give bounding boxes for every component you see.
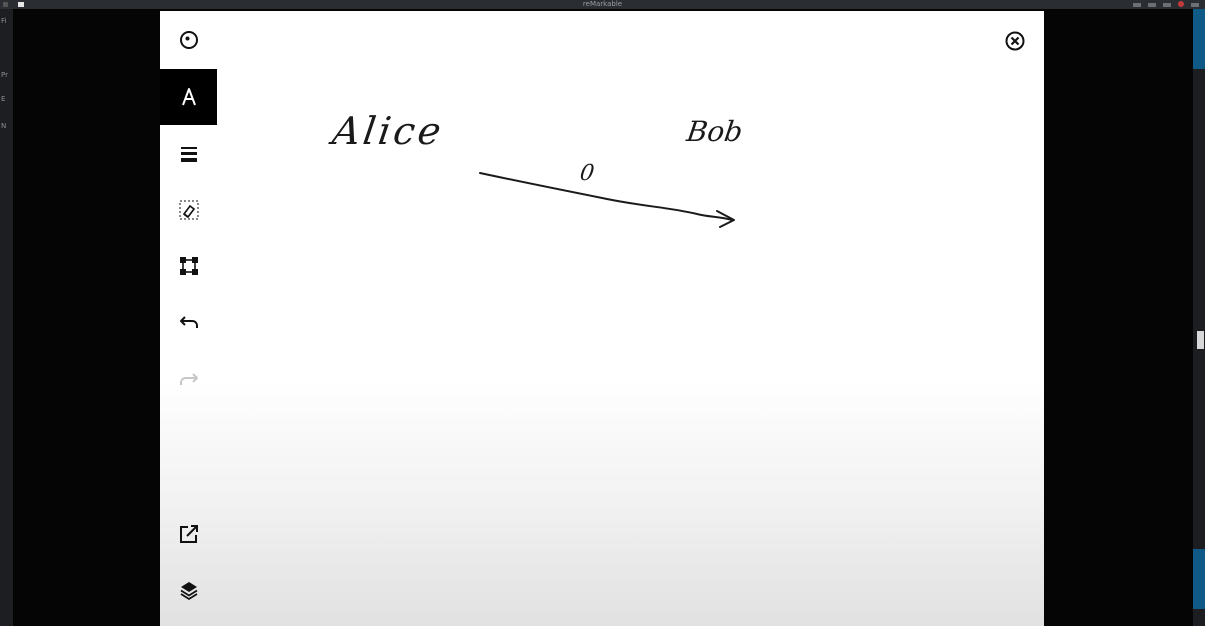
background-text: Fi — [1, 17, 7, 25]
eraser-button[interactable] — [160, 182, 217, 238]
background-text: E — [1, 95, 6, 103]
handwritten-label-arrow-value: 0 — [578, 161, 596, 186]
tray-alert-icon[interactable] — [1178, 1, 1184, 7]
handwritten-label-alice: Alice — [329, 109, 447, 153]
redo-icon — [179, 373, 198, 385]
window-icon — [18, 2, 24, 7]
handwritten-arrow — [479, 172, 735, 228]
remarkable-window: Alice Bob 0 — [160, 11, 1044, 626]
redo-button[interactable] — [160, 351, 217, 407]
selection-icon — [179, 257, 198, 275]
share-icon — [179, 525, 198, 543]
selection-button[interactable] — [160, 238, 217, 294]
taskbar-accent — [1193, 549, 1205, 609]
background-text: Pr — [1, 71, 8, 79]
undo-button[interactable] — [160, 294, 217, 350]
background-window-left: Fi Pr E N — [0, 9, 13, 626]
tray-item-icon[interactable] — [1163, 3, 1171, 7]
scrollbar-thumb[interactable] — [1197, 331, 1204, 349]
pen-tool-icon — [181, 88, 196, 106]
background-window-right — [1193, 9, 1205, 626]
undo-icon — [179, 316, 198, 328]
app-menu-icon[interactable] — [3, 2, 8, 7]
menu-button[interactable] — [160, 12, 217, 68]
drawing-canvas[interactable]: Alice Bob 0 — [217, 11, 1044, 626]
eraser-icon — [179, 200, 198, 220]
menu-icon — [179, 31, 198, 49]
share-button[interactable] — [160, 506, 217, 562]
handwritten-label-bob: Bob — [684, 115, 745, 148]
taskbar-accent — [1193, 9, 1205, 69]
tray-item-icon[interactable] — [1133, 3, 1141, 7]
desktop-top-bar: reMarkable — [0, 0, 1205, 9]
system-tray — [1133, 0, 1199, 7]
window-title: reMarkable — [582, 0, 623, 8]
tray-item-icon[interactable] — [1191, 3, 1199, 7]
layers-icon — [180, 582, 197, 601]
line-thickness-button[interactable] — [160, 126, 217, 182]
layers-button[interactable] — [160, 562, 217, 618]
tray-item-icon[interactable] — [1148, 3, 1156, 7]
line-thickness-icon — [180, 147, 197, 162]
pen-tool-button[interactable] — [160, 69, 217, 125]
background-text: N — [1, 122, 7, 130]
